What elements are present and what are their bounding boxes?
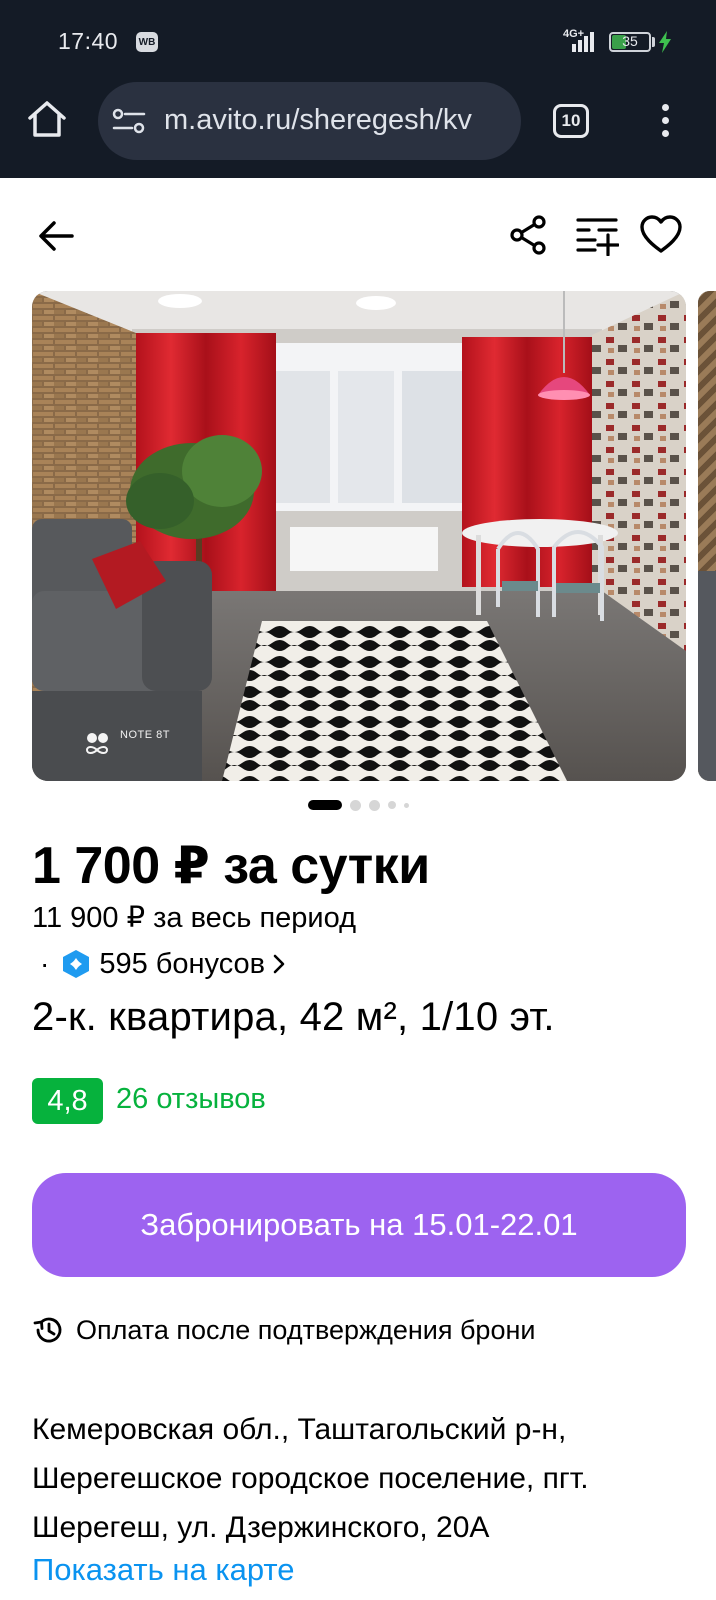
heart-icon[interactable]: [639, 214, 683, 254]
pager-dot[interactable]: [350, 799, 361, 811]
more-vert-icon[interactable]: [658, 101, 672, 141]
book-button[interactable]: Забронировать на 15.01-22.01: [32, 1173, 686, 1277]
reviews-link[interactable]: 26 отзывов: [116, 1083, 266, 1116]
pager-dot-active[interactable]: [308, 800, 342, 810]
compare-list-icon[interactable]: [575, 214, 619, 256]
url-bar[interactable]: m.avito.ru/sheregesh/kv: [98, 82, 521, 160]
browser-chrome: 17:40 WB 4G+ 35 m.avito.ru/sheregesh/kv …: [0, 0, 716, 178]
apartment-photo-image: [32, 291, 686, 781]
payment-note-text: Оплата после подтверждения брони: [76, 1314, 536, 1345]
chevron-right-icon: [273, 954, 285, 974]
pager-dot[interactable]: [388, 801, 396, 809]
tabs-icon[interactable]: 10: [553, 104, 589, 138]
payment-note: Оплата после подтверждения брони: [32, 1312, 535, 1348]
next-photo-preview[interactable]: [698, 291, 716, 781]
price-per-day: 1 700 ₽ за сутки: [32, 837, 430, 895]
show-on-map-link[interactable]: Показать на карте: [32, 1552, 295, 1588]
bonus-separator: ·: [40, 948, 50, 979]
back-arrow-icon[interactable]: [36, 216, 76, 256]
listing-title: 2-к. квартира, 42 м², 1/10 эт.: [32, 995, 555, 1039]
home-icon[interactable]: [26, 98, 68, 140]
wb-app-icon: WB: [136, 32, 158, 52]
url-text: m.avito.ru/sheregesh/kv: [164, 104, 472, 136]
pager-dot[interactable]: [369, 799, 380, 811]
battery-nub: [652, 37, 655, 47]
bonus-amount: 595 бонусов: [99, 947, 266, 980]
listing-photo[interactable]: NOTE 8T: [32, 291, 686, 781]
share-icon[interactable]: [508, 214, 548, 256]
battery-icon: 35: [609, 32, 651, 52]
camera-logo-icon: [85, 733, 109, 754]
photo-pager: [308, 799, 409, 811]
signal-icon: [572, 32, 594, 52]
photo-watermark: NOTE 8T: [120, 729, 170, 741]
charging-icon: [659, 31, 671, 53]
period-price: 11 900 ₽ за весь период: [32, 902, 357, 934]
history-icon: [33, 1317, 62, 1343]
bonus-icon: [63, 950, 90, 978]
pager-dot[interactable]: [404, 802, 409, 808]
address: Кемеровская обл., Таштагольский р-н, Шер…: [32, 1413, 589, 1544]
url-tune-icon[interactable]: [112, 108, 146, 134]
battery-level: 35: [622, 33, 638, 49]
bonus-link[interactable]: · 595 бонусов: [40, 946, 287, 982]
status-time: 17:40: [58, 28, 119, 54]
rating-badge[interactable]: 4,8: [32, 1078, 103, 1124]
